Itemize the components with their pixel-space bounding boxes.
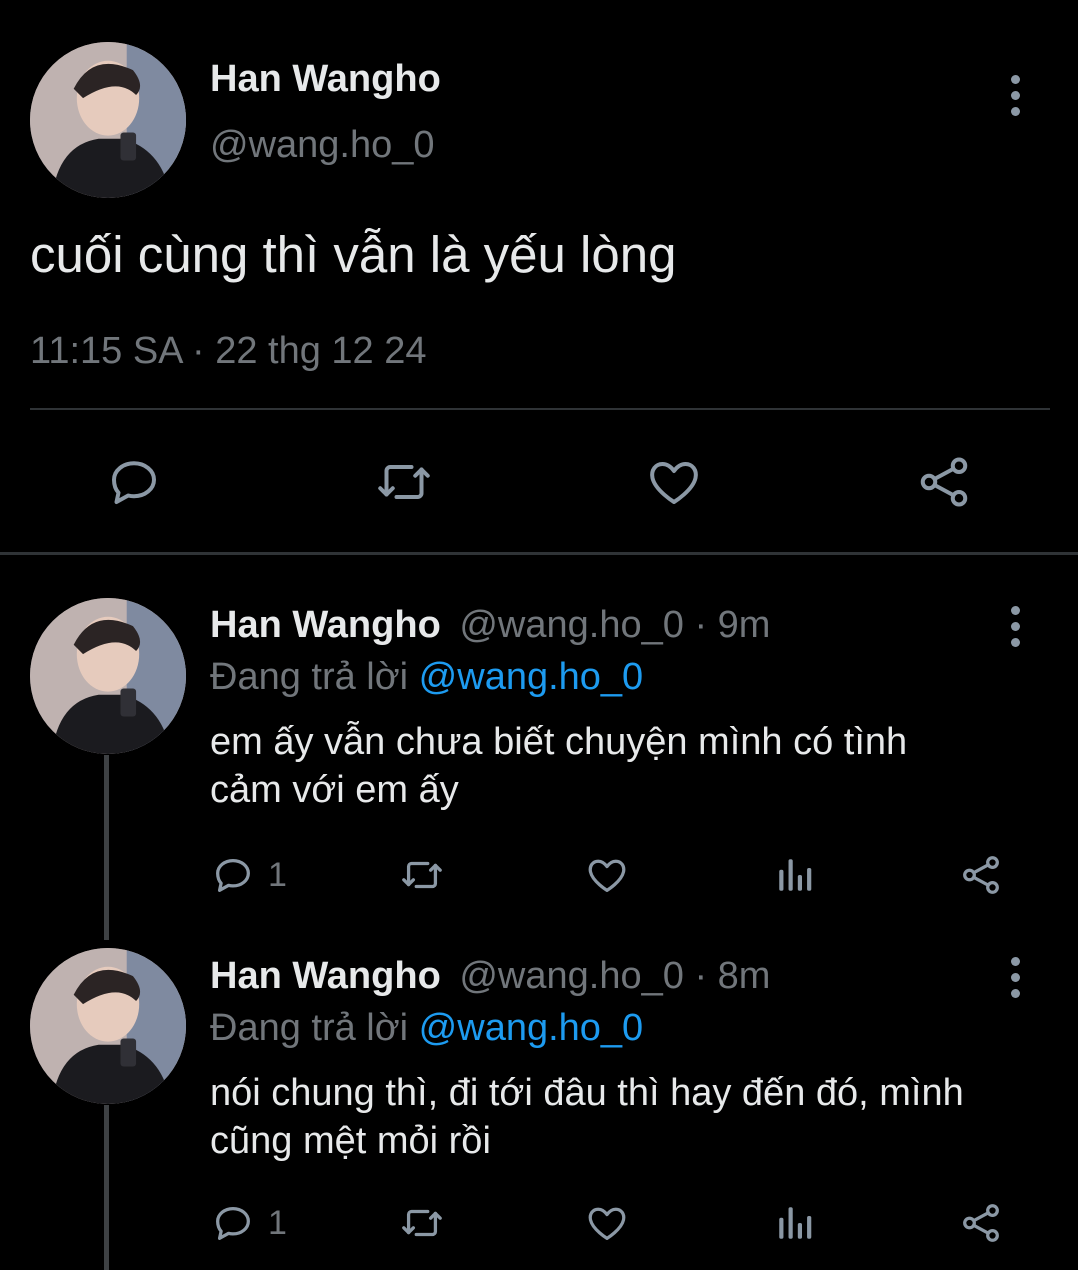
- retweet-icon[interactable]: [397, 852, 447, 898]
- author-handle[interactable]: @wang.ho_0: [210, 124, 435, 167]
- author-name[interactable]: Han Wangho: [210, 604, 441, 646]
- divider: [30, 408, 1050, 410]
- reply-icon[interactable]: [104, 452, 164, 512]
- author-name[interactable]: Han Wangho: [210, 58, 441, 101]
- more-options-icon[interactable]: [1007, 606, 1023, 654]
- avatar-photo: [30, 598, 186, 754]
- reply-count: 1: [268, 1204, 287, 1242]
- views-icon[interactable]: [774, 1200, 816, 1246]
- like-icon[interactable]: [584, 1200, 630, 1246]
- reply-header: Han Wangho @wang.ho_0 · 8m: [210, 955, 770, 998]
- replying-to: Đang trả lời @wang.ho_0: [210, 1007, 643, 1050]
- avatar[interactable]: [30, 948, 186, 1104]
- tweet-text: cuối cùng thì vẫn là yếu lòng: [30, 226, 677, 283]
- avatar-photo: [30, 948, 186, 1104]
- thread-line: [104, 755, 109, 940]
- reply-time[interactable]: · 8m: [694, 955, 770, 997]
- reply-icon[interactable]: [210, 1200, 256, 1246]
- author-handle[interactable]: @wang.ho_0: [459, 955, 684, 997]
- share-icon[interactable]: [958, 1200, 1004, 1246]
- reply-header: Han Wangho @wang.ho_0 · 9m: [210, 604, 770, 647]
- section-divider: [0, 552, 1078, 555]
- tweet-timestamp[interactable]: 11:15 SA · 22 thg 12 24: [30, 330, 427, 373]
- retweet-icon[interactable]: [397, 1200, 447, 1246]
- replying-label: Đang trả lời: [210, 1007, 409, 1049]
- more-options-icon[interactable]: [1007, 957, 1023, 1005]
- like-icon[interactable]: [644, 452, 704, 512]
- reply-text-line: nói chung thì, đi tới đâu thì hay đến đó…: [210, 1072, 964, 1114]
- replying-to-handle[interactable]: @wang.ho_0: [419, 656, 644, 698]
- reply-text-line: cũng mệt mỏi rồi: [210, 1120, 491, 1162]
- more-options-icon[interactable]: [1007, 75, 1023, 123]
- reply-text-line: em ấy vẫn chưa biết chuyện mình có tình: [210, 721, 908, 763]
- reply-icon[interactable]: [210, 852, 256, 898]
- reply-text-line: cảm với em ấy: [210, 769, 459, 811]
- avatar[interactable]: [30, 598, 186, 754]
- like-icon[interactable]: [584, 852, 630, 898]
- author-name[interactable]: Han Wangho: [210, 955, 441, 997]
- share-icon[interactable]: [914, 452, 974, 512]
- share-icon[interactable]: [958, 852, 1004, 898]
- reply-count: 1: [268, 856, 287, 894]
- replying-label: Đang trả lời: [210, 656, 409, 698]
- replying-to: Đang trả lời @wang.ho_0: [210, 656, 643, 699]
- reply-time[interactable]: · 9m: [694, 604, 770, 646]
- views-icon[interactable]: [774, 852, 816, 898]
- retweet-icon[interactable]: [372, 452, 436, 512]
- thread-line: [104, 1105, 109, 1270]
- replying-to-handle[interactable]: @wang.ho_0: [419, 1007, 644, 1049]
- avatar[interactable]: [30, 42, 186, 198]
- avatar-photo: [30, 42, 186, 198]
- author-handle[interactable]: @wang.ho_0: [459, 604, 684, 646]
